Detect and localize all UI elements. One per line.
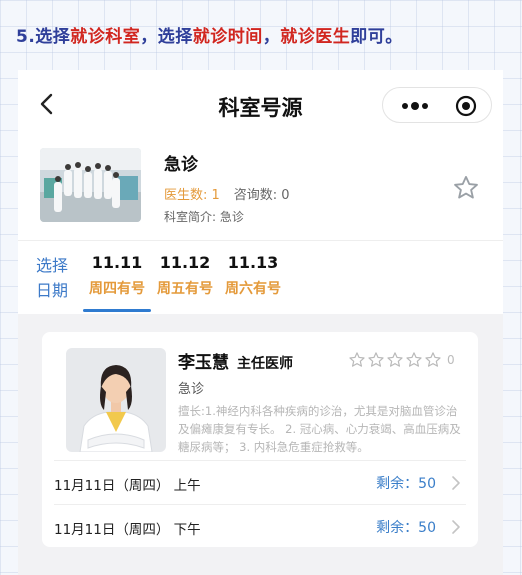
department-photo [40,148,141,222]
choose-date-label: 选择日期 [36,256,69,300]
date-tab-1113[interactable]: 11.13 周六有号 [220,253,286,298]
selected-date-indicator [83,309,151,312]
instruction-text: ， [262,27,281,47]
doctor-card[interactable]: 李玉慧 主任医师 0 急诊 擅长:1.神经内科各种疾病的诊治，尤其是对脑血管诊治及… [42,332,478,547]
date-availability: 周四有号 [89,281,145,297]
date-selector: 选择日期 11.11 周四有号 11.12 周五有号 11.13 周六有号 [18,240,503,314]
doctor-rating: 0 [348,350,455,370]
slot-date: 11月11日（周四） 上午 [54,478,201,494]
date-number: 11.11 [91,253,143,272]
phone-screen: 科室号源 急诊 医生数: 1 咨询数: 0 科室简介: 急诊 选择日期 11.1… [18,70,503,575]
slot-date: 11月11日（周四） 下午 [54,522,201,538]
doctor-count: 医生数: 1 [164,188,220,203]
instruction-banner: 5.选择就诊科室，选择就诊时间，就诊医生即可。 [16,22,403,47]
instruction-step: 5. [16,27,36,47]
doctor-department: 急诊 [178,382,205,397]
star-outline-icon[interactable] [452,174,480,202]
doctor-avatar [66,348,166,452]
instruction-highlight: 就诊科室 [70,27,141,47]
doctor-name-text: 李玉慧 [178,353,229,373]
doctor-name: 李玉慧 主任医师 [178,348,293,373]
department-stats: 医生数: 1 咨询数: 0 [164,184,290,203]
slot-remaining: 剩余：50 [376,520,436,536]
star-outline-icon [368,352,384,367]
star-outline-icon [349,352,365,367]
chevron-right-icon [452,520,460,534]
date-tab-1112[interactable]: 11.12 周五有号 [152,253,218,298]
date-number: 11.12 [159,253,211,272]
instruction-highlight: 就诊医生 [280,27,351,47]
department-card: 急诊 医生数: 1 咨询数: 0 科室简介: 急诊 [18,136,503,240]
slot-remaining: 剩余：50 [376,476,436,492]
date-availability: 周五有号 [157,281,213,297]
star-outline-icon [425,352,441,367]
consult-count: 咨询数: 0 [233,188,290,203]
target-circle-icon[interactable] [455,95,477,117]
doctor-specialty: 擅长:1.神经内科各种疾病的诊治，尤其是对脑血管诊治及偏瘫康复有专长。 2. 冠… [178,404,461,454]
date-availability: 周六有号 [225,281,281,297]
department-intro: 科室简介: 急诊 [164,210,244,224]
rating-count: 0 [447,353,455,367]
department-name: 急诊 [164,155,198,175]
star-outline-icon [406,352,422,367]
miniprogram-capsule [382,87,492,123]
star-outline-icon [387,352,403,367]
doctor-title: 主任医师 [237,356,293,372]
appointment-slot-afternoon[interactable]: 11月11日（周四） 下午 剩余：50 [54,504,466,548]
more-dots-icon[interactable] [399,98,431,114]
instruction-text: ，选择 [140,27,193,47]
instruction-highlight: 就诊时间 [192,27,263,47]
instruction-text: 选择 [35,27,71,47]
date-tab-1111[interactable]: 11.11 周四有号 [84,253,150,298]
appointment-slot-morning[interactable]: 11月11日（周四） 上午 剩余：50 [54,460,466,504]
chevron-right-icon [452,476,460,490]
navigation-bar: 科室号源 [18,70,503,136]
date-number: 11.13 [227,253,279,272]
instruction-text: 即可。 [350,27,403,47]
